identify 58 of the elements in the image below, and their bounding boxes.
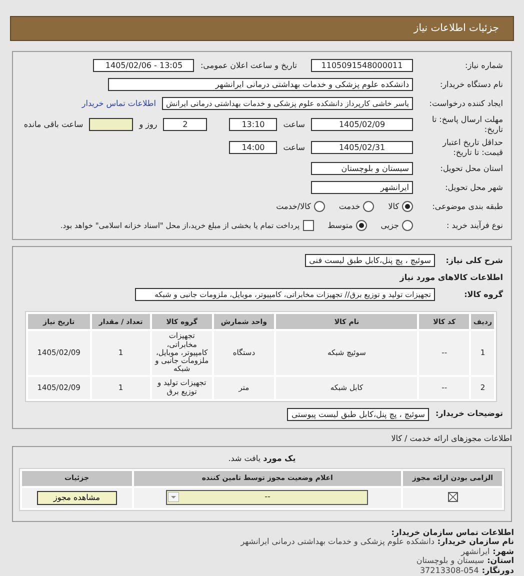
field-label: روز و	[139, 120, 158, 130]
summary-field: سوئیچ ، پچ پنل،کابل طبق لیست فنی	[305, 254, 435, 268]
radio-label: خدمت	[338, 202, 360, 212]
section-heading: اطلاعات کالاهای مورد نیاز	[398, 273, 503, 282]
province-field: سیستان و بلوچستان	[311, 162, 413, 176]
contact-value: دانشکده علوم پزشکی و خدمات بهداشتی درمانی ایرانشهر	[240, 537, 434, 547]
contact-label: نام سازمان خریدار:	[437, 537, 514, 547]
contact-title: اطلاعات تماس سازمان خریدار:	[391, 528, 514, 538]
field-label: گروه کالا:	[463, 290, 503, 300]
contact-label: شهر:	[492, 546, 514, 556]
checkbox[interactable]	[302, 220, 314, 232]
result-count: یک مورد یافت شد.	[227, 454, 297, 463]
contact-value: سیستان و بلوچستان	[416, 556, 484, 566]
radio-button[interactable]	[314, 201, 325, 212]
field-label: شهر محل تحویل:	[444, 183, 503, 193]
field-label: مهلت ارسال پاسخ: تا تاریخ:	[430, 115, 503, 134]
city-field: ایرانشهر	[311, 181, 413, 194]
buyer-org-field: دانشکده علوم پزشکی و خدمات بهداشتی درمانی ایرانشهر	[108, 78, 413, 91]
validity-time-field: 14:00	[229, 141, 278, 154]
status-dropdown[interactable]: --	[166, 490, 368, 506]
radio-button[interactable]	[363, 201, 374, 212]
field-label: تاریخ و ساعت اعلان عمومی:	[200, 61, 297, 70]
radio-label: متوسط	[328, 221, 353, 230]
deadline-date-field: 1405/02/09	[311, 118, 413, 132]
section-title: اطلاعات مجوزهای ارائه خدمت / کالا	[390, 434, 512, 443]
contact-value: 37213308-054	[420, 566, 479, 576]
contact-label: استان:	[487, 556, 514, 566]
radio-button[interactable]	[356, 220, 367, 232]
radio-button[interactable]	[402, 220, 413, 232]
need-number-field: 1105091548000011	[311, 59, 413, 72]
field-label: استان محل تحویل:	[439, 164, 503, 174]
field-label: ساعت	[283, 143, 305, 152]
view-permit-button[interactable]: مشاهده مجوز	[36, 490, 117, 505]
contact-label: دورنگار:	[482, 566, 514, 576]
field-label: توضیحات خریدار:	[435, 409, 503, 419]
field-label: نوع فرآیند خرید :	[445, 221, 503, 231]
field-label: شرح کلی نیاز:	[444, 256, 503, 266]
remaining-hours-field	[89, 118, 134, 132]
contact-value: ایرانشهر	[461, 546, 490, 556]
field-label: شماره نیاز:	[464, 60, 503, 70]
radio-label: کالا	[388, 202, 399, 212]
field-label: حداقل تاریخ اعتبار قیمت: تا تاریخ:	[441, 138, 503, 158]
validity-date-field: 1405/02/31	[311, 141, 413, 154]
field-label: نام دستگاه خریدار:	[439, 80, 503, 90]
dropdown-arrow-icon[interactable]	[168, 492, 180, 502]
field-label: ایجاد کننده درخواست:	[428, 98, 503, 108]
field-label: ساعت باقی مانده	[24, 120, 84, 130]
field-label: طبقه بندی موضوعی:	[431, 202, 503, 212]
field-label: ساعت	[283, 120, 305, 130]
buyer-notes-field: سوئیچ ، پچ پنل،کابل طبق لیست پیوستی	[287, 408, 429, 421]
days-field: 2	[163, 118, 208, 132]
buyer-contact-link[interactable]: اطلاعات تماس خریدار	[82, 99, 156, 108]
radio-button[interactable]	[402, 201, 413, 212]
deadline-time-field: 13:10	[229, 118, 278, 132]
page-title: جزئیات اطلاعات نیاز	[10, 16, 514, 41]
radio-label: کالا/خدمت	[276, 202, 311, 212]
radio-label: جزیی	[380, 221, 399, 230]
announce-date-field: 1405/02/06 - 13:05	[93, 59, 194, 72]
